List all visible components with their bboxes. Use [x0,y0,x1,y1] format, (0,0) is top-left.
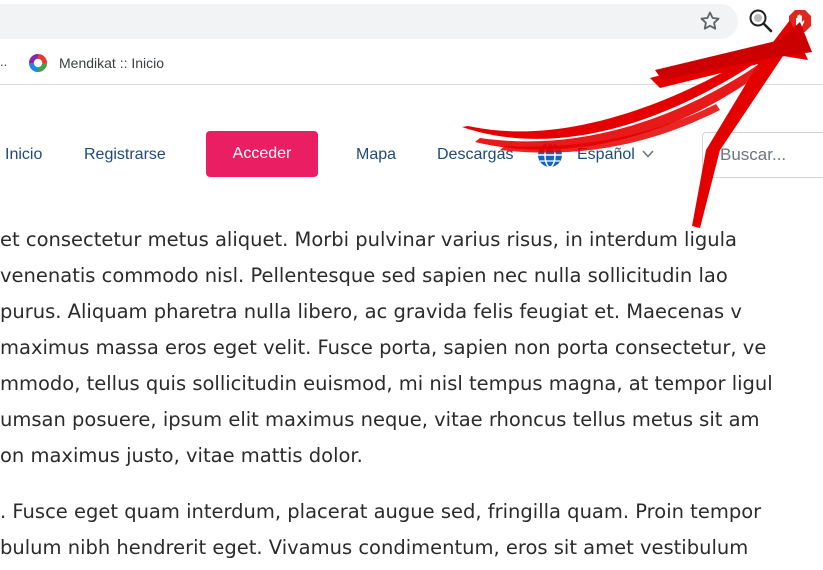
language-selector[interactable]: Español [577,146,635,164]
bookmark-label: Mendikat :: Inicio [59,55,165,71]
adblock-stop-hand-icon[interactable] [788,9,812,33]
site-navigation: Inicio Registrarse Acceder Mapa Descarga… [0,120,823,190]
text-line: maximus massa eros eget velit. Fusce por… [0,336,767,359]
address-bar[interactable] [0,4,738,39]
paragraph: et consectetur metus aliquet. Morbi pulv… [0,222,823,474]
bookmark-mendikat[interactable]: Mendikat :: Inicio [28,51,164,75]
text-line: umsan posuere, ipsum elit maximus neque,… [0,408,760,431]
bookmarks-overflow[interactable]: .. [0,54,7,69]
text-line: on maximus justo, vitae mattis dolor. [0,444,363,467]
nav-link-descargas[interactable]: Descargas [437,146,513,164]
acceder-button[interactable]: Acceder [206,131,318,177]
text-line: et consectetur metus aliquet. Morbi pulv… [0,228,738,251]
text-line: mmodo, tellus quis sollicitudin euismod,… [0,372,773,395]
paragraph: . Fusce eget quam interdum, placerat aug… [0,494,823,566]
browser-toolbar [0,0,823,46]
nav-link-registrarse[interactable]: Registrarse [84,146,166,164]
text-line: venenatis commodo nisl. Pellentesque sed… [0,264,728,287]
bookmark-star-icon[interactable] [698,9,722,33]
search-input[interactable] [702,132,823,178]
text-line: . Fusce eget quam interdum, placerat aug… [0,500,762,523]
article-body: et consectetur metus aliquet. Morbi pulv… [0,222,823,566]
text-line: purus. Aliquam pharetra nulla libero, ac… [0,300,742,323]
text-line: bulum nibh hendrerit eget. Vivamus condi… [0,536,749,559]
mendikat-favicon-icon [29,54,47,72]
nav-link-mapa[interactable]: Mapa [356,146,396,164]
bookmarks-bar: .. Mendikat :: Inicio [0,46,823,85]
globe-icon [538,142,562,168]
nav-link-inicio[interactable]: Inicio [5,146,42,164]
chevron-down-icon[interactable] [641,147,655,161]
magnifier-extension-icon[interactable] [748,8,774,34]
